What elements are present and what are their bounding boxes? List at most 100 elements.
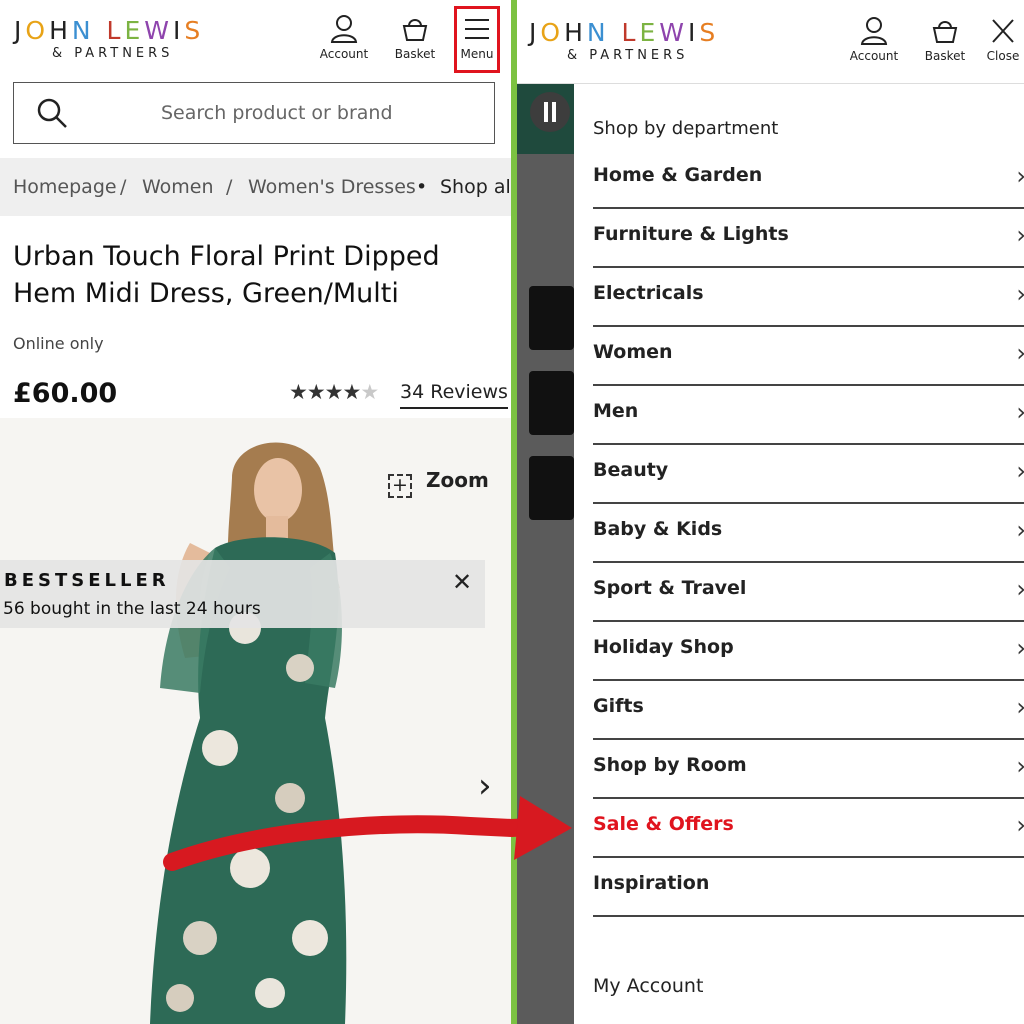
product-title: Urban Touch Floral Print Dipped Hem Midi…	[13, 241, 440, 309]
rating-stars: ★★★★★	[289, 380, 379, 404]
menu-item-women[interactable]: Women ›	[593, 327, 1024, 386]
account-label: Account	[319, 47, 369, 61]
close-label: Close	[986, 49, 1020, 63]
model-photo	[0, 418, 511, 1024]
account-button[interactable]: Account	[844, 16, 904, 76]
breadcrumb-women[interactable]: Women	[142, 176, 214, 198]
menu-item-baby-kids[interactable]: Baby & Kids ›	[593, 504, 1024, 563]
menu-item-electricals[interactable]: Electricals ›	[593, 268, 1024, 327]
menu-item-label: Inspiration	[593, 872, 710, 894]
menu-item-inspiration[interactable]: Inspiration	[593, 858, 1024, 917]
next-image-chevron-icon[interactable]: ›	[478, 766, 492, 806]
chevron-right-icon: ›	[1016, 221, 1024, 249]
zoom-button[interactable]: + Zoom	[388, 468, 489, 498]
breadcrumb-womens-dresses[interactable]: Women's Dresses	[248, 176, 416, 198]
basket-button[interactable]: Basket	[385, 14, 445, 74]
menu-item-holiday-shop[interactable]: Holiday Shop ›	[593, 622, 1024, 681]
my-account-link[interactable]: My Account	[593, 975, 703, 997]
menu-item-label: Electricals	[593, 282, 704, 304]
menu-item-beauty[interactable]: Beauty ›	[593, 445, 1024, 504]
menu-item-gifts[interactable]: Gifts ›	[593, 681, 1024, 740]
menu-button[interactable]: Menu	[447, 14, 507, 74]
zoom-label: Zoom	[426, 468, 489, 492]
chevron-right-icon: ›	[1016, 457, 1024, 485]
menu-item-furniture-lights[interactable]: Furniture & Lights ›	[593, 209, 1024, 268]
breadcrumb-separator: /	[226, 176, 233, 198]
logo-subtitle: & PARTNERS	[52, 46, 174, 61]
chevron-right-icon: ›	[1016, 693, 1024, 721]
close-icon[interactable]: ✕	[452, 568, 472, 596]
menu-item-label: Beauty	[593, 459, 669, 481]
department-menu: Shop by department Home & Garden › Furnit…	[574, 84, 1024, 1024]
close-icon	[992, 19, 1014, 43]
menu-item-label: Home & Garden	[593, 164, 763, 186]
basket-label: Basket	[924, 49, 966, 63]
breadcrumb-homepage[interactable]: Homepage	[13, 176, 117, 198]
basket-label: Basket	[394, 47, 436, 61]
availability-label: Online only	[13, 334, 104, 353]
search-placeholder: Search product or brand	[161, 102, 393, 124]
john-lewis-logo[interactable]: JOHN LEWIS & PARTNERS	[14, 16, 204, 61]
menu-item-label: Sport & Travel	[593, 577, 747, 599]
page-overlay[interactable]	[517, 84, 574, 1024]
chevron-right-icon: ›	[1016, 634, 1024, 662]
john-lewis-logo[interactable]: JOHN LEWIS & PARTNERS	[529, 18, 719, 63]
menu-title: Shop by department	[593, 118, 779, 139]
chevron-right-icon: ›	[1016, 811, 1024, 839]
bestseller-banner: BESTSELLER 56 bought in the last 24 hour…	[0, 560, 485, 628]
menu-item-sport-travel[interactable]: Sport & Travel ›	[593, 563, 1024, 622]
bestseller-title: BESTSELLER	[4, 570, 170, 591]
search-icon	[37, 98, 67, 128]
chevron-right-icon: ›	[1016, 575, 1024, 603]
chevron-right-icon: ›	[1016, 752, 1024, 780]
zoom-icon: +	[388, 474, 412, 498]
dimmed-page-background	[517, 84, 574, 520]
menu-item-label: Baby & Kids	[593, 518, 723, 540]
menu-label: Menu	[460, 47, 494, 61]
menu-item-label: Sale & Offers	[593, 813, 734, 835]
logo-brand: JOHN LEWIS	[14, 16, 205, 45]
star-empty-icon: ★	[360, 380, 379, 404]
menu-item-label: Men	[593, 400, 639, 422]
menu-open-screen: JOHN LEWIS & PARTNERS Account Basket Clo…	[517, 0, 1024, 1024]
product-page-screen: JOHN LEWIS & PARTNERS Account Basket Men…	[0, 0, 511, 1024]
breadcrumb-bullet: •	[416, 176, 428, 198]
product-image[interactable]	[0, 418, 511, 1024]
star-icon: ★	[342, 380, 361, 404]
hamburger-menu-icon	[465, 19, 489, 39]
menu-item-label: Shop by Room	[593, 754, 747, 776]
logo-brand: JOHN LEWIS	[529, 18, 720, 47]
star-icon: ★	[324, 380, 344, 404]
chevron-right-icon: ›	[1016, 398, 1024, 426]
chevron-right-icon: ›	[1016, 280, 1024, 308]
reviews-link[interactable]: 34 Reviews	[400, 381, 508, 409]
star-icon: ★	[306, 380, 326, 404]
star-icon: ★	[289, 380, 308, 404]
breadcrumb: Homepage / Women / Women's Dresses • Sho…	[0, 158, 511, 216]
menu-item-label: Holiday Shop	[593, 636, 734, 658]
breadcrumb-separator: /	[120, 176, 127, 198]
menu-item-label: Gifts	[593, 695, 644, 717]
basket-button[interactable]: Basket	[915, 16, 975, 76]
menu-item-label: Women	[593, 341, 673, 363]
chevron-right-icon: ›	[1016, 516, 1024, 544]
basket-icon	[402, 19, 428, 41]
account-label: Account	[849, 49, 899, 63]
menu-item-home-garden[interactable]: Home & Garden ›	[593, 150, 1024, 209]
logo-subtitle: & PARTNERS	[567, 48, 689, 63]
menu-item-label: Furniture & Lights	[593, 223, 789, 245]
chevron-right-icon: ›	[1016, 339, 1024, 367]
bestseller-text: 56 bought in the last 24 hours	[3, 599, 261, 619]
breadcrumb-shop-all[interactable]: Shop all	[440, 176, 511, 198]
account-button[interactable]: Account	[314, 14, 374, 74]
search-bar[interactable]: Search product or brand	[13, 82, 495, 144]
account-icon	[860, 17, 888, 45]
close-menu-button[interactable]: Close	[982, 16, 1024, 76]
chevron-right-icon: ›	[1016, 162, 1024, 190]
account-icon	[330, 15, 358, 43]
menu-item-shop-by-room[interactable]: Shop by Room ›	[593, 740, 1024, 799]
menu-item-men[interactable]: Men ›	[593, 386, 1024, 445]
menu-item-sale-offers[interactable]: Sale & Offers ›	[593, 799, 1024, 858]
product-price: £60.00	[13, 378, 118, 409]
basket-icon	[932, 21, 958, 43]
